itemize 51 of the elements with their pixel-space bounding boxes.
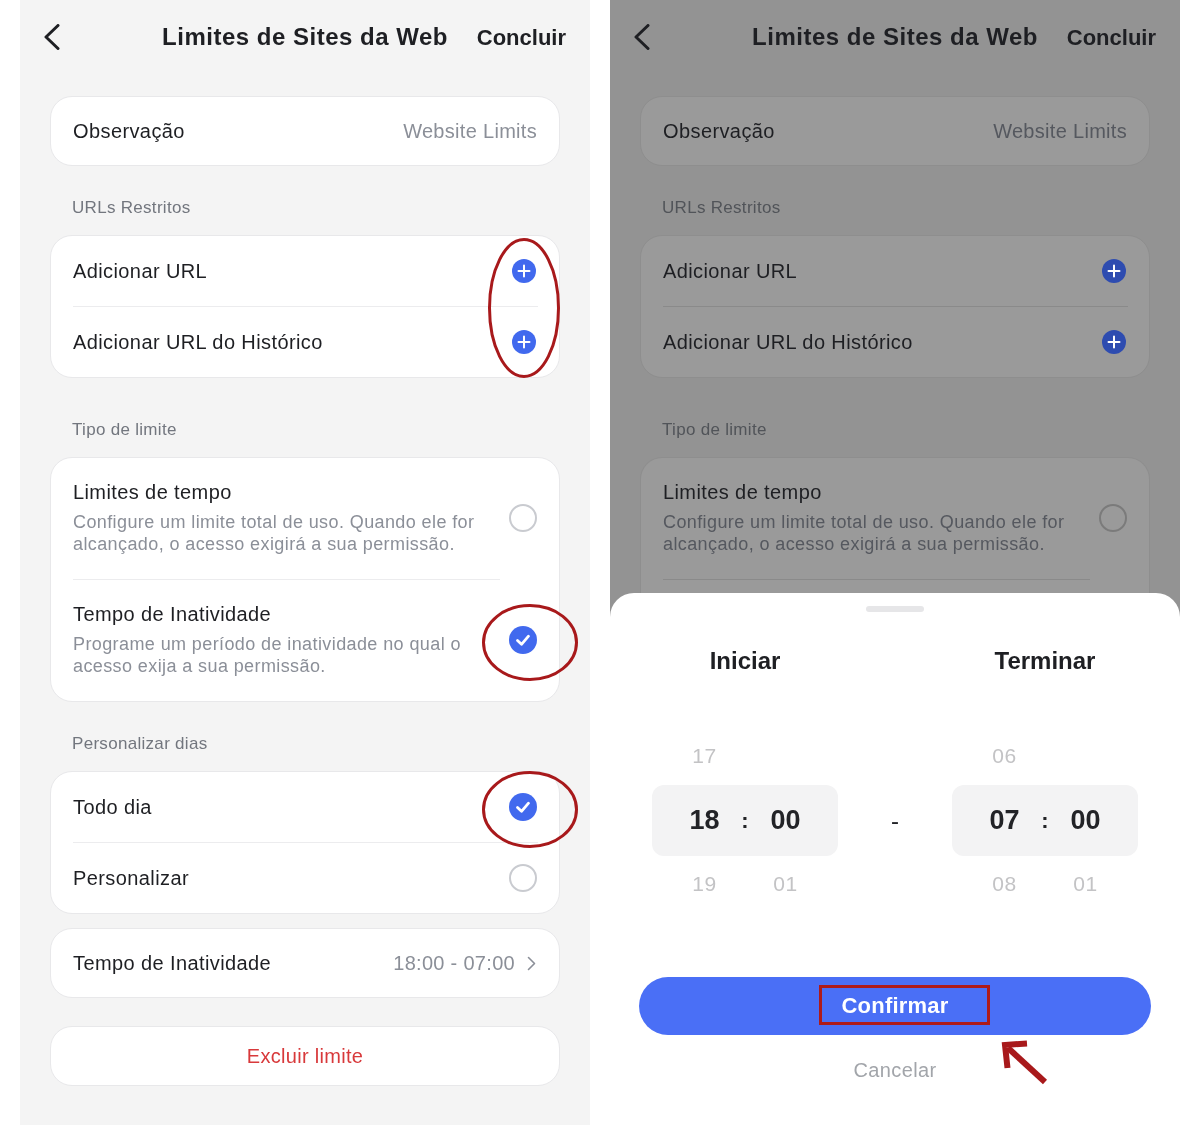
plus-icon[interactable] xyxy=(1102,330,1126,354)
note-value: Website Limits xyxy=(403,119,537,143)
screen-title: Limites de Sites da Web xyxy=(162,23,448,51)
radio-button[interactable] xyxy=(509,864,537,892)
wheel-value[interactable]: 00 xyxy=(770,805,801,836)
row-label: Adicionar URL do Histórico xyxy=(663,330,913,354)
radio-button[interactable] xyxy=(509,793,537,821)
section-label: Tipo de limite xyxy=(72,420,177,440)
section-label: URLs Restritos xyxy=(662,198,781,218)
wheel-value[interactable]: 07 xyxy=(989,805,1020,836)
option-description: Programe um período de inatividade no qual o acesso exija a sua permissão. xyxy=(73,633,462,677)
time-separator: : xyxy=(741,807,749,834)
cancel-button[interactable]: Cancelar xyxy=(853,1058,937,1082)
radio-button[interactable] xyxy=(1099,503,1127,532)
picker-title: Iniciar xyxy=(709,646,781,676)
option-title: Tempo de Inatividade xyxy=(73,602,272,626)
row-value: 18:00 - 07:00 xyxy=(393,951,515,975)
done-button[interactable]: Concluir xyxy=(476,25,566,51)
option-title: Limites de tempo xyxy=(663,480,822,504)
section-label: Tipo de limite xyxy=(662,420,767,440)
radio-button[interactable] xyxy=(509,625,537,654)
done-button[interactable]: Concluir xyxy=(1066,25,1156,51)
delete-button[interactable]: Excluir limite xyxy=(50,1026,560,1086)
row-label: Adicionar URL xyxy=(663,259,798,283)
option-title: Personalizar xyxy=(73,866,189,890)
confirm-button[interactable]: Confirmar xyxy=(639,977,1151,1035)
option-description: Configure um limite total de uso. Quando ele for alcançado, o acesso exigirá a sua permissão. xyxy=(663,511,1066,555)
time-separator: : xyxy=(1041,807,1049,834)
wheel-value[interactable]: 00 xyxy=(1070,805,1101,836)
note-value: Website Limits xyxy=(993,119,1127,143)
back-icon[interactable] xyxy=(44,24,60,50)
plus-icon[interactable] xyxy=(1102,259,1126,283)
screen-title: Limites de Sites da Web xyxy=(752,23,1038,51)
chevron-right-icon xyxy=(527,955,536,971)
option-description: Configure um limite total de uso. Quando ele for alcançado, o acesso exigirá a sua permissão. xyxy=(73,511,476,555)
wheel-value[interactable]: 18 xyxy=(689,805,720,836)
option-title: Todo dia xyxy=(73,795,152,819)
row-label: Adicionar URL do Histórico xyxy=(73,330,323,354)
row-label: Adicionar URL xyxy=(73,259,208,283)
row-label: Tempo de Inatividade xyxy=(73,951,272,975)
range-separator: - xyxy=(891,806,899,835)
row-label: Observação xyxy=(73,119,185,143)
row-label: Observação xyxy=(663,119,775,143)
plus-icon[interactable] xyxy=(512,259,536,283)
drag-handle[interactable] xyxy=(866,606,924,612)
option-title: Limites de tempo xyxy=(73,480,232,504)
picker-title: Terminar xyxy=(994,646,1096,676)
radio-button[interactable] xyxy=(509,503,537,532)
section-label: URLs Restritos xyxy=(72,198,191,218)
plus-icon[interactable] xyxy=(512,330,536,354)
section-label: Personalizar dias xyxy=(72,734,208,754)
